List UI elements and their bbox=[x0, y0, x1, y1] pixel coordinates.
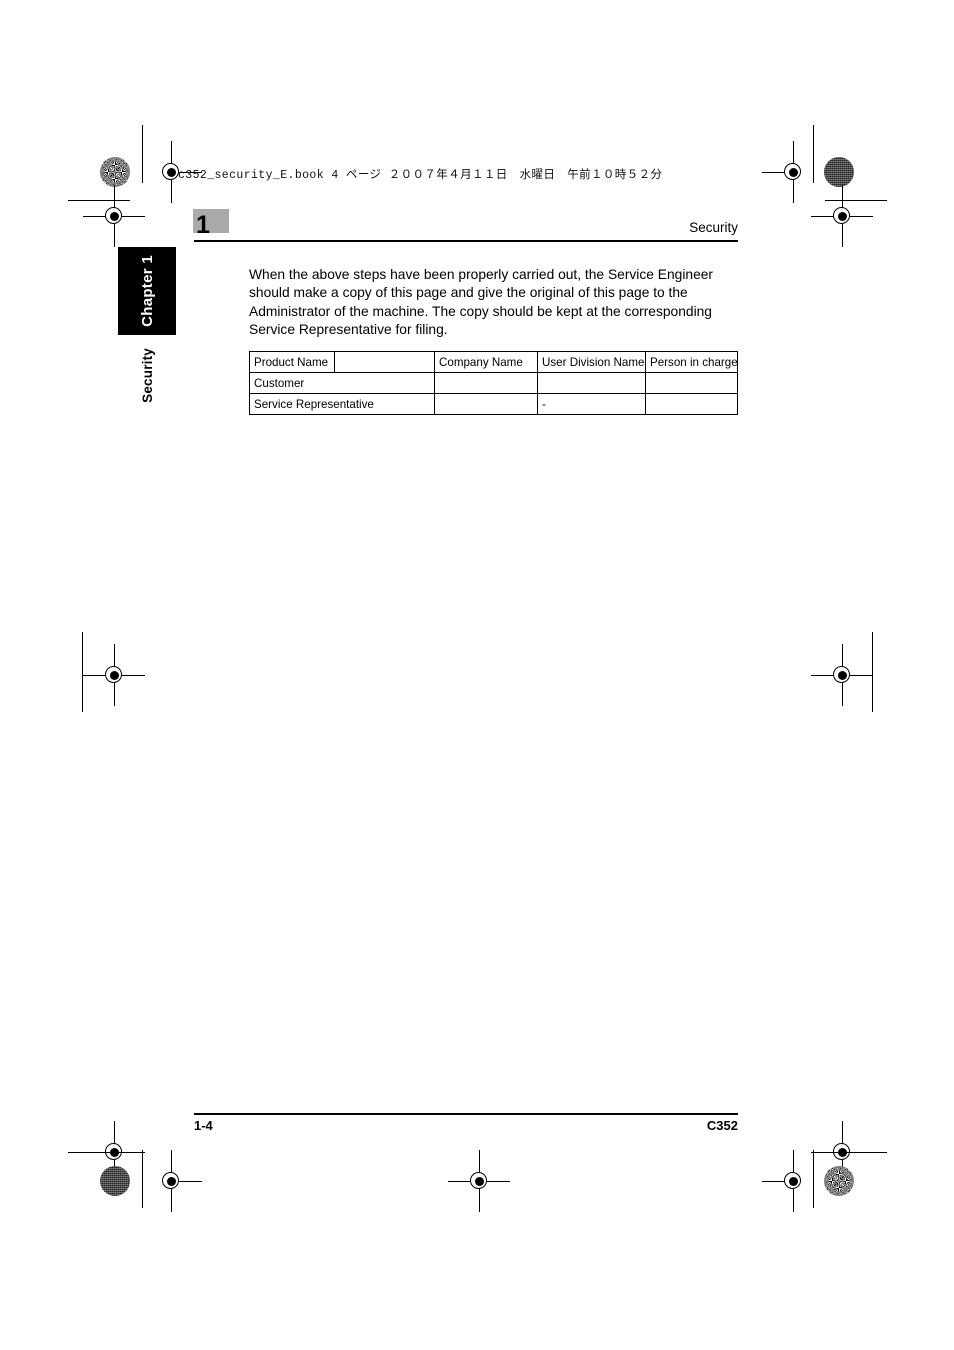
trim-line-upper-left-horizontal bbox=[68, 200, 130, 201]
trim-line-lower-left-horizontal bbox=[68, 1152, 130, 1153]
book-info-line: c352_security_E.book 4 ページ ２００７年４月１１日 水曜… bbox=[178, 169, 663, 182]
halftone-patch-bottom-left bbox=[100, 1166, 130, 1196]
side-section-label: Security bbox=[118, 348, 176, 428]
column-header-person-in-charge: Person in charge bbox=[645, 351, 738, 373]
section-number: 1 bbox=[196, 211, 210, 239]
trim-line-bottom-right-vertical bbox=[813, 1150, 814, 1208]
trim-line-top-right-vertical bbox=[813, 125, 814, 183]
trim-line-lower-right-horizontal bbox=[825, 1152, 887, 1153]
body-paragraph: When the above steps have been properly … bbox=[249, 267, 714, 337]
trim-line-middle-left-vertical bbox=[82, 632, 83, 712]
cell-service-representative-company[interactable] bbox=[434, 393, 538, 415]
chapter-tab-label: Chapter 1 bbox=[138, 255, 156, 327]
cell-customer-company[interactable] bbox=[434, 372, 538, 394]
footer-page-number: 1-4 bbox=[194, 1118, 213, 1133]
trim-line-upper-right-horizontal bbox=[825, 200, 887, 201]
chapter-thumb-tab: Chapter 1 bbox=[118, 247, 176, 335]
cell-product-name-value[interactable] bbox=[334, 351, 435, 373]
cell-product-name-label: Product Name bbox=[249, 351, 335, 373]
trim-line-top-left-vertical bbox=[142, 125, 143, 183]
column-header-company-name: Company Name bbox=[434, 351, 538, 373]
registration-mark-bottom-right bbox=[762, 1150, 824, 1212]
halftone-patch-top-left bbox=[100, 157, 130, 187]
registration-mark-middle-left bbox=[83, 644, 145, 706]
halftone-patch-top-right bbox=[824, 157, 854, 187]
cell-service-representative-label: Service Representative bbox=[249, 393, 435, 415]
footer-model: C352 bbox=[706, 1118, 738, 1133]
column-header-user-division-name: User Division Name bbox=[537, 351, 646, 373]
trim-line-bottom-left-vertical bbox=[142, 1150, 143, 1208]
signoff-form-table: Product Name Company Name User Division … bbox=[249, 351, 738, 415]
footer-rule bbox=[194, 1113, 738, 1115]
running-head-title: Security bbox=[689, 220, 738, 235]
table-row-service-representative: Service Representative - bbox=[249, 393, 738, 415]
cell-customer-person[interactable] bbox=[645, 372, 738, 394]
table-row-product-name: Product Name Company Name User Division … bbox=[249, 351, 738, 373]
registration-mark-upper-right bbox=[811, 185, 873, 247]
registration-mark-upper-left bbox=[83, 185, 145, 247]
registration-mark-bottom-left bbox=[140, 1150, 202, 1212]
registration-mark-middle-right bbox=[811, 644, 873, 706]
printed-page: c352_security_E.book 4 ページ ２００７年４月１１日 水曜… bbox=[0, 0, 954, 1350]
cell-service-representative-person[interactable] bbox=[645, 393, 738, 415]
cell-customer-label: Customer bbox=[249, 372, 435, 394]
side-section-label-text: Security bbox=[139, 348, 155, 403]
cell-customer-division[interactable] bbox=[537, 372, 646, 394]
registration-mark-bottom-center bbox=[448, 1150, 510, 1212]
registration-mark-top-right bbox=[762, 141, 824, 203]
table-row-customer: Customer bbox=[249, 372, 738, 394]
halftone-patch-bottom-right bbox=[824, 1166, 854, 1196]
trim-line-middle-right-vertical bbox=[872, 632, 873, 712]
running-head-rule bbox=[194, 240, 738, 242]
cell-service-representative-division[interactable]: - bbox=[537, 393, 646, 415]
